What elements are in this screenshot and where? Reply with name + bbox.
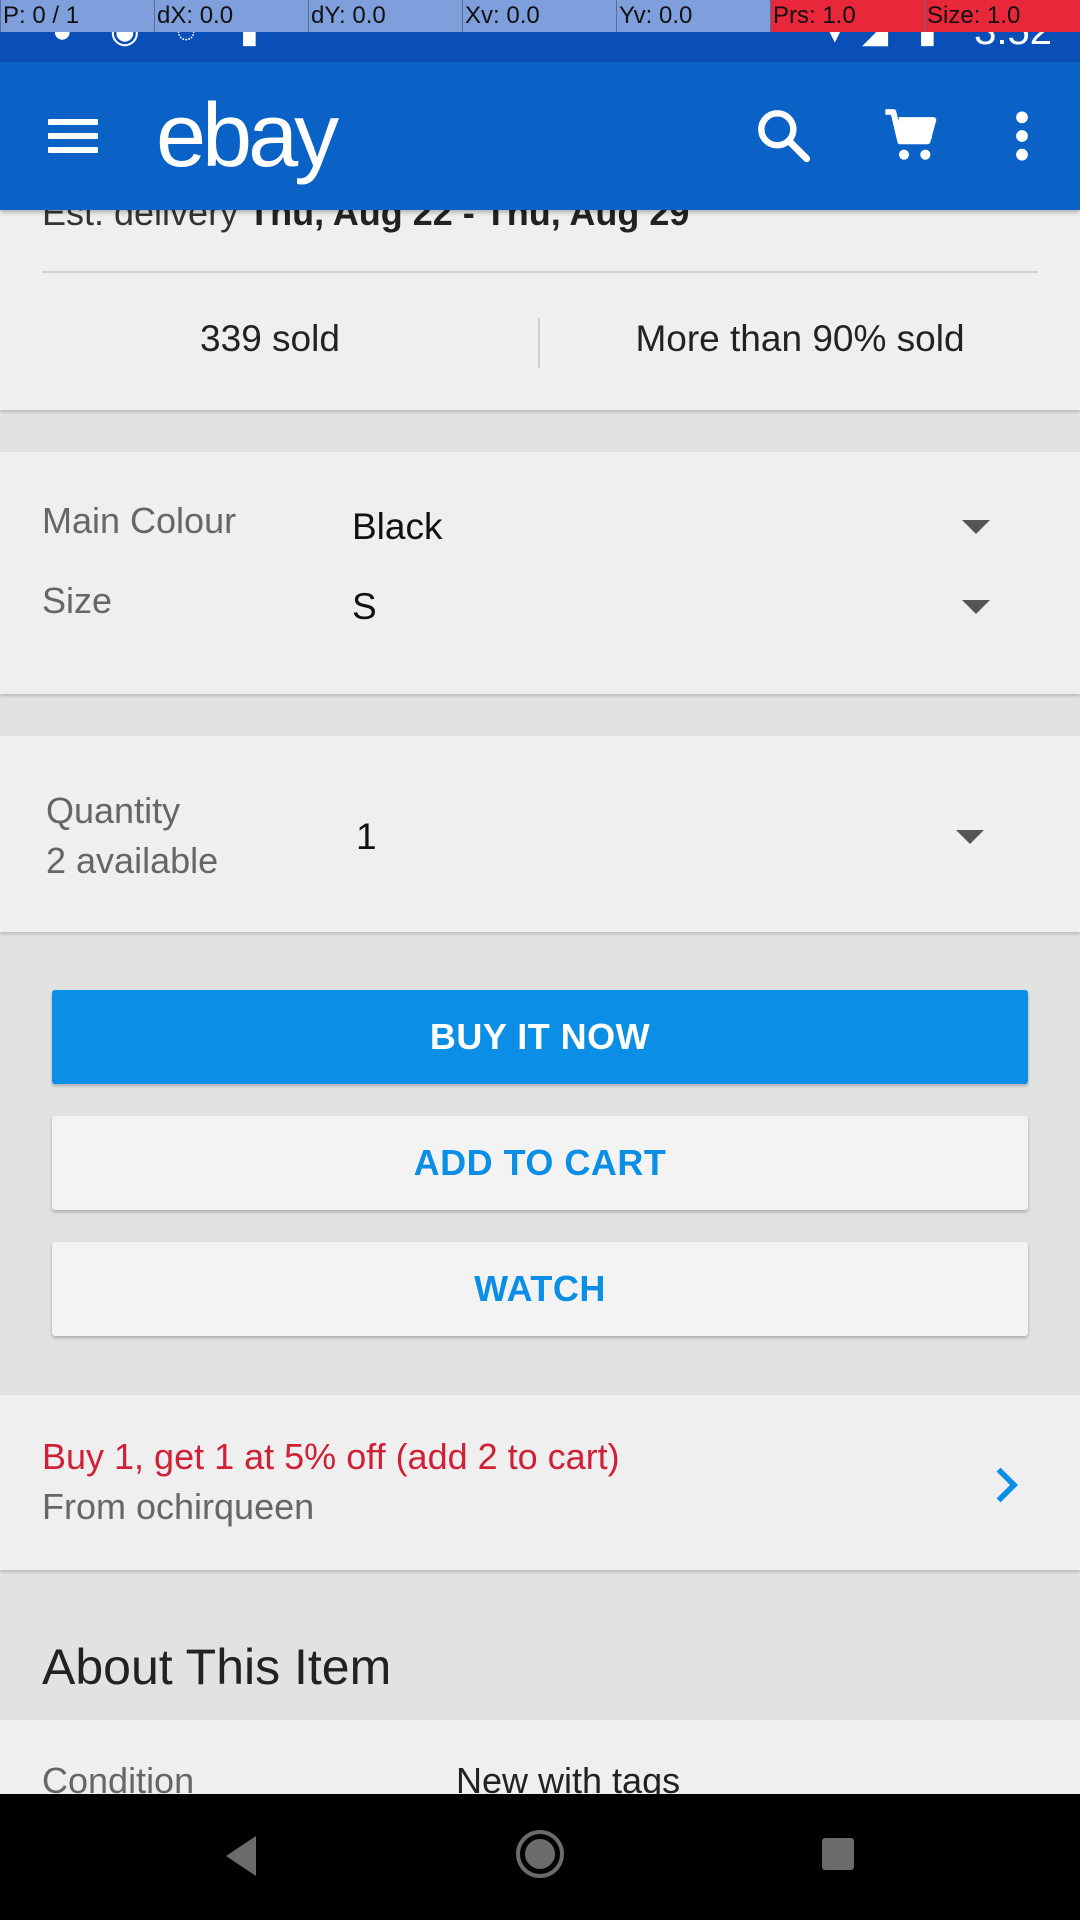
chevron-right-icon[interactable]	[990, 1464, 1024, 1506]
quantity-label: Quantity	[46, 790, 181, 831]
recents-icon[interactable]	[820, 1836, 856, 1872]
add-to-cart-button[interactable]: ADD TO CART	[52, 1116, 1028, 1210]
sold-count: 339 sold	[200, 318, 340, 359]
main-colour-select[interactable]: Black	[352, 506, 442, 548]
shipping-card	[0, 210, 1080, 410]
debug-dx: dX: 0.0	[154, 0, 308, 32]
ebay-logo[interactable]: ebay	[156, 86, 339, 186]
debug-pressure: Prs: 1.0	[770, 0, 924, 32]
quantity-card	[0, 736, 1080, 932]
percent-sold: More than 90% sold	[635, 318, 965, 359]
home-icon[interactable]	[514, 1828, 566, 1880]
more-options-icon[interactable]	[990, 104, 1054, 168]
size-label: Size	[42, 580, 113, 621]
debug-dy: dY: 0.0	[308, 0, 462, 32]
quantity-available: 2 available	[46, 840, 219, 881]
promotion-seller: From ochirqueen	[42, 1486, 315, 1527]
back-icon[interactable]	[222, 1834, 262, 1878]
search-icon[interactable]	[752, 104, 816, 168]
quantity-dropdown-icon[interactable]	[956, 830, 984, 844]
navigation-bar	[0, 1794, 1080, 1920]
quantity-select[interactable]: 1	[356, 816, 377, 858]
promotion-card[interactable]	[0, 1395, 1080, 1570]
variations-card	[0, 452, 1080, 694]
divider	[42, 271, 1038, 273]
debug-xv: Xv: 0.0	[462, 0, 616, 32]
debug-yv: Yv: 0.0	[616, 0, 770, 32]
debug-pointer: P: 0 / 1	[0, 0, 154, 32]
main-colour-label: Main Colour	[42, 500, 237, 541]
cart-icon[interactable]	[880, 104, 944, 168]
menu-icon[interactable]	[48, 119, 98, 153]
size-select[interactable]: S	[352, 586, 377, 628]
size-dropdown-icon[interactable]	[962, 600, 990, 614]
buy-it-now-button[interactable]: BUY IT NOW	[52, 990, 1028, 1084]
watch-button[interactable]: WATCH	[52, 1242, 1028, 1336]
main-colour-dropdown-icon[interactable]	[962, 520, 990, 534]
promotion-title[interactable]: Buy 1, get 1 at 5% off (add 2 to cart)	[42, 1436, 620, 1478]
pointer-debug-overlay: P: 0 / 1 dX: 0.0 dY: 0.0 Xv: 0.0 Yv: 0.0…	[0, 0, 1080, 32]
debug-size: Size: 1.0	[924, 0, 1080, 32]
about-heading: About This Item	[42, 1639, 392, 1695]
